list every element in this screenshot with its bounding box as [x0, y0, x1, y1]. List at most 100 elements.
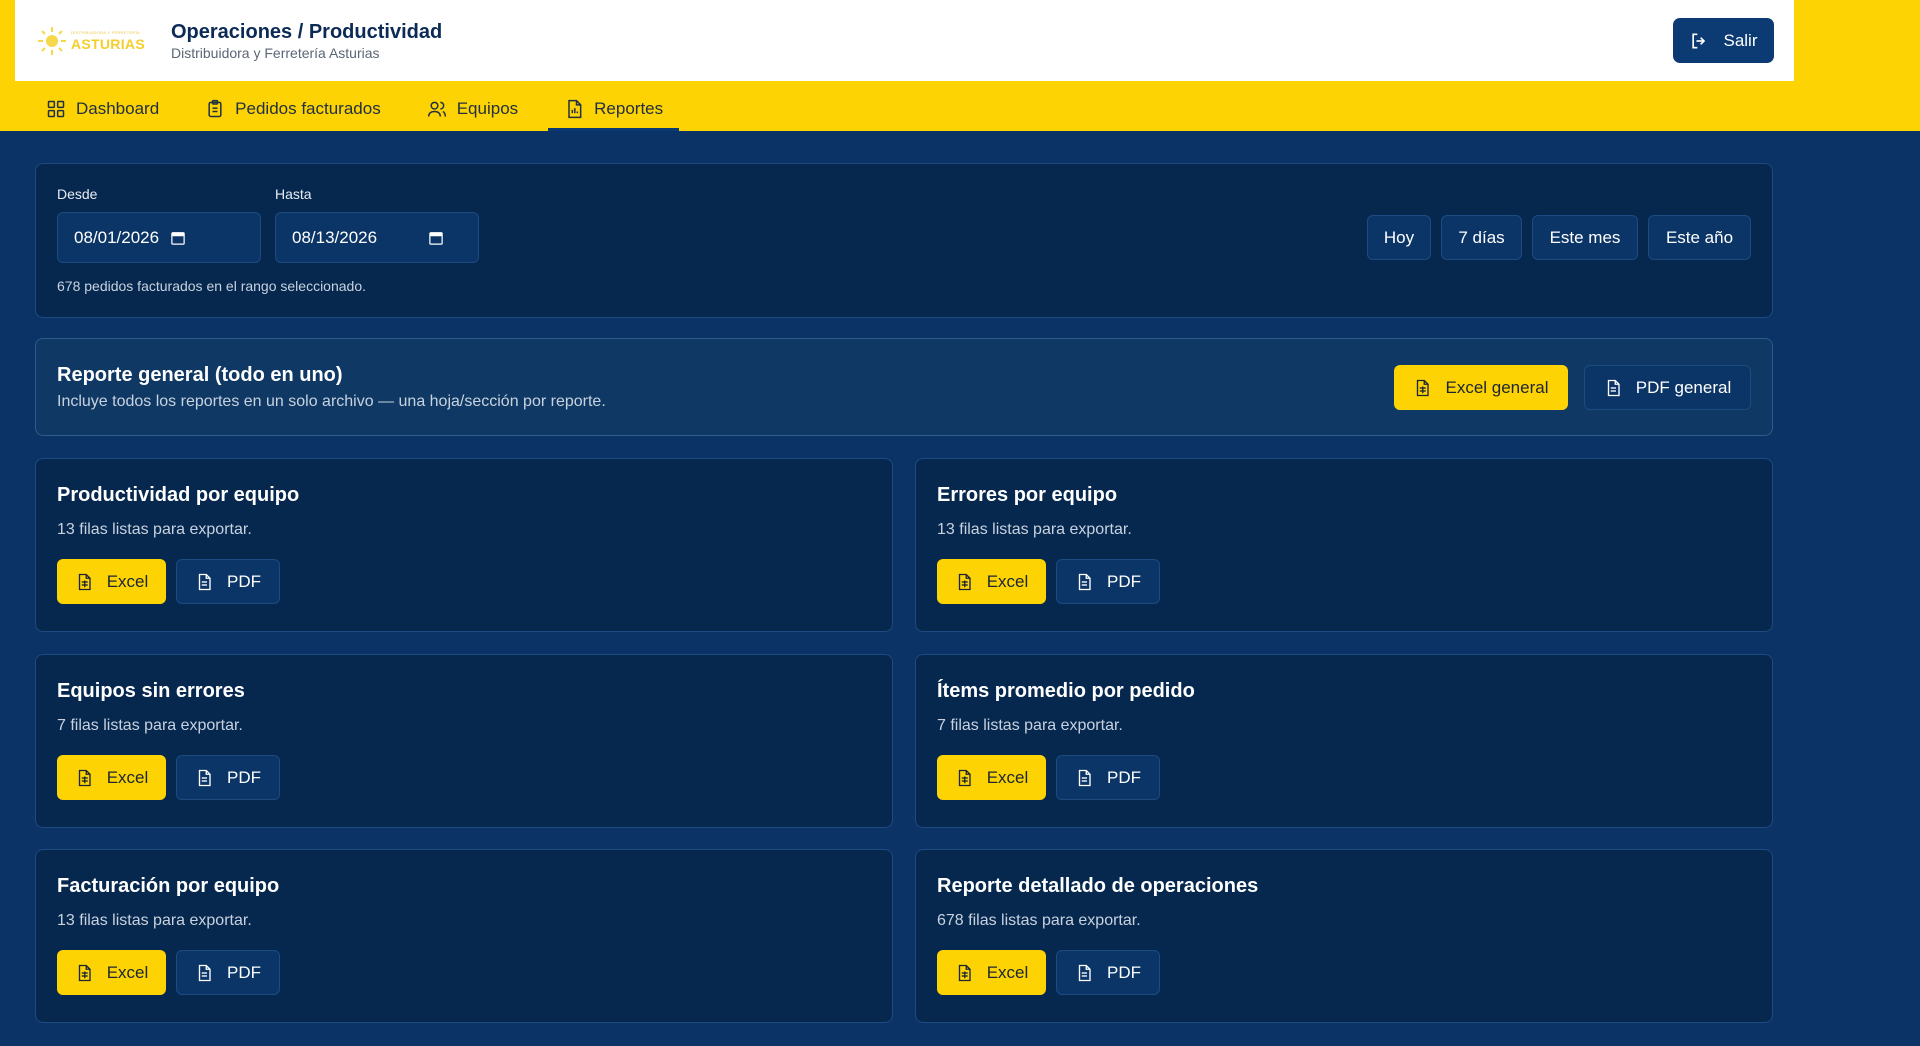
pdf-label: PDF [1107, 767, 1141, 787]
pdf-label: PDF [227, 571, 261, 591]
excel-general-label: Excel general [1445, 377, 1549, 397]
pdf-button[interactable]: PDF [1056, 950, 1160, 995]
document-icon [1078, 964, 1091, 981]
pdf-general-label: PDF general [1635, 377, 1732, 397]
date-filter-panel: Desde 08/01/2026 Hasta 08/13/2026 678 pe… [35, 163, 1773, 318]
pdf-button[interactable]: PDF [176, 559, 280, 604]
excel-label: Excel [986, 767, 1029, 787]
excel-label: Excel [986, 571, 1029, 591]
report-card-detallado: Reporte detallado de operaciones 678 fil… [915, 849, 1773, 1023]
page-subtitle: Distribuidora y Ferretería Asturias [171, 44, 380, 61]
dashboard-icon [47, 100, 65, 117]
spreadsheet-icon [958, 573, 971, 590]
from-label: Desde [57, 186, 98, 202]
quick-7-days-button[interactable]: 7 días [1441, 215, 1522, 260]
pdf-label: PDF [1107, 571, 1141, 591]
tab-pedidos-facturados[interactable]: Pedidos facturados [189, 86, 397, 131]
from-date-input[interactable]: 08/01/2026 [57, 212, 261, 263]
excel-button[interactable]: Excel [57, 755, 166, 800]
pdf-general-button[interactable]: PDF general [1584, 365, 1751, 410]
company-logo: DISTRIBUIDORA Y FERRETERÍA ASTURIAS [37, 19, 149, 63]
document-icon [1607, 379, 1620, 396]
spreadsheet-icon [958, 964, 971, 981]
logo-text: ASTURIAS [71, 35, 145, 52]
logout-button[interactable]: Salir [1673, 18, 1774, 63]
to-field: Hasta 08/13/2026 [275, 186, 479, 263]
report-title: Productividad por equipo [57, 484, 300, 506]
report-rows-text: 7 filas listas para exportar. [57, 717, 243, 734]
pdf-label: PDF [227, 962, 261, 982]
range-count-text: 678 pedidos facturados en el rango selec… [57, 278, 366, 294]
to-date-input[interactable]: 08/13/2026 [275, 212, 479, 263]
report-card-items-promedio: Ítems promedio por pedido 7 filas listas… [915, 654, 1773, 828]
report-card-productividad: Productividad por equipo 13 filas listas… [35, 458, 893, 632]
general-report-card: Reporte general (todo en uno) Incluye to… [35, 338, 1773, 436]
main-nav: Dashboard Pedidos facturados Equipos Rep… [30, 86, 693, 131]
tab-equipos[interactable]: Equipos [411, 86, 534, 131]
document-icon [198, 573, 211, 590]
tab-dashboard[interactable]: Dashboard [30, 86, 175, 131]
calendar-icon[interactable] [171, 231, 185, 245]
report-title: Equipos sin errores [57, 680, 245, 702]
from-field: Desde 08/01/2026 [57, 186, 261, 263]
excel-button[interactable]: Excel [937, 950, 1046, 995]
excel-general-button[interactable]: Excel general [1394, 365, 1568, 410]
logout-icon [1692, 33, 1706, 48]
document-icon [198, 964, 211, 981]
document-icon [1078, 769, 1091, 786]
excel-button[interactable]: Excel [937, 559, 1046, 604]
report-card-sin-errores: Equipos sin errores 7 filas listas para … [35, 654, 893, 828]
tab-reportes[interactable]: Reportes [548, 86, 680, 131]
report-rows-text: 7 filas listas para exportar. [937, 717, 1123, 734]
excel-label: Excel [986, 962, 1029, 982]
document-icon [1078, 573, 1091, 590]
excel-button[interactable]: Excel [937, 755, 1046, 800]
sun-icon [38, 26, 66, 55]
logo-tagline: DISTRIBUIDORA Y FERRETERÍA [71, 29, 140, 35]
report-card-facturacion: Facturación por equipo 13 filas listas p… [35, 849, 893, 1023]
spreadsheet-icon [78, 573, 91, 590]
report-rows-text: 13 filas listas para exportar. [57, 521, 252, 538]
tab-label: Dashboard [76, 98, 160, 118]
tab-label: Equipos [456, 98, 519, 118]
report-card-errores: Errores por equipo 13 filas listas para … [915, 458, 1773, 632]
app-header: DISTRIBUIDORA Y FERRETERÍA ASTURIAS Oper… [15, 0, 1794, 81]
excel-label: Excel [106, 571, 149, 591]
excel-button[interactable]: Excel [57, 559, 166, 604]
spreadsheet-icon [78, 769, 91, 786]
quick-range-buttons: Hoy 7 días Este mes Este año [1367, 215, 1751, 260]
report-title: Facturación por equipo [57, 875, 280, 897]
tab-label: Reportes [594, 98, 664, 118]
report-title: Ítems promedio por pedido [937, 680, 1195, 702]
users-icon [427, 101, 446, 117]
logout-label: Salir [1723, 30, 1758, 50]
pdf-button[interactable]: PDF [176, 755, 280, 800]
report-icon [568, 99, 582, 118]
report-rows-text: 678 filas listas para exportar. [937, 912, 1141, 929]
page-title: Operaciones / Productividad [171, 20, 443, 43]
tab-label: Pedidos facturados [235, 98, 381, 118]
report-title: Reporte detallado de operaciones [937, 875, 1259, 897]
spreadsheet-icon [1417, 379, 1430, 396]
report-title: Errores por equipo [937, 484, 1118, 506]
excel-label: Excel [106, 767, 149, 787]
report-rows-text: 13 filas listas para exportar. [937, 521, 1132, 538]
pdf-label: PDF [1107, 962, 1141, 982]
spreadsheet-icon [78, 964, 91, 981]
pdf-button[interactable]: PDF [1056, 559, 1160, 604]
quick-this-month-button[interactable]: Este mes [1532, 215, 1638, 260]
from-date-value: 08/01/2026 [74, 227, 160, 247]
to-date-value: 08/13/2026 [292, 227, 378, 247]
calendar-icon[interactable] [429, 231, 443, 245]
excel-label: Excel [106, 962, 149, 982]
spreadsheet-icon [958, 769, 971, 786]
excel-button[interactable]: Excel [57, 950, 166, 995]
clipboard-icon [208, 99, 222, 117]
document-icon [198, 769, 211, 786]
quick-today-button[interactable]: Hoy [1367, 215, 1431, 260]
pdf-button[interactable]: PDF [176, 950, 280, 995]
pdf-button[interactable]: PDF [1056, 755, 1160, 800]
report-rows-text: 13 filas listas para exportar. [57, 912, 252, 929]
to-label: Hasta [275, 186, 312, 202]
quick-this-year-button[interactable]: Este año [1648, 215, 1751, 260]
